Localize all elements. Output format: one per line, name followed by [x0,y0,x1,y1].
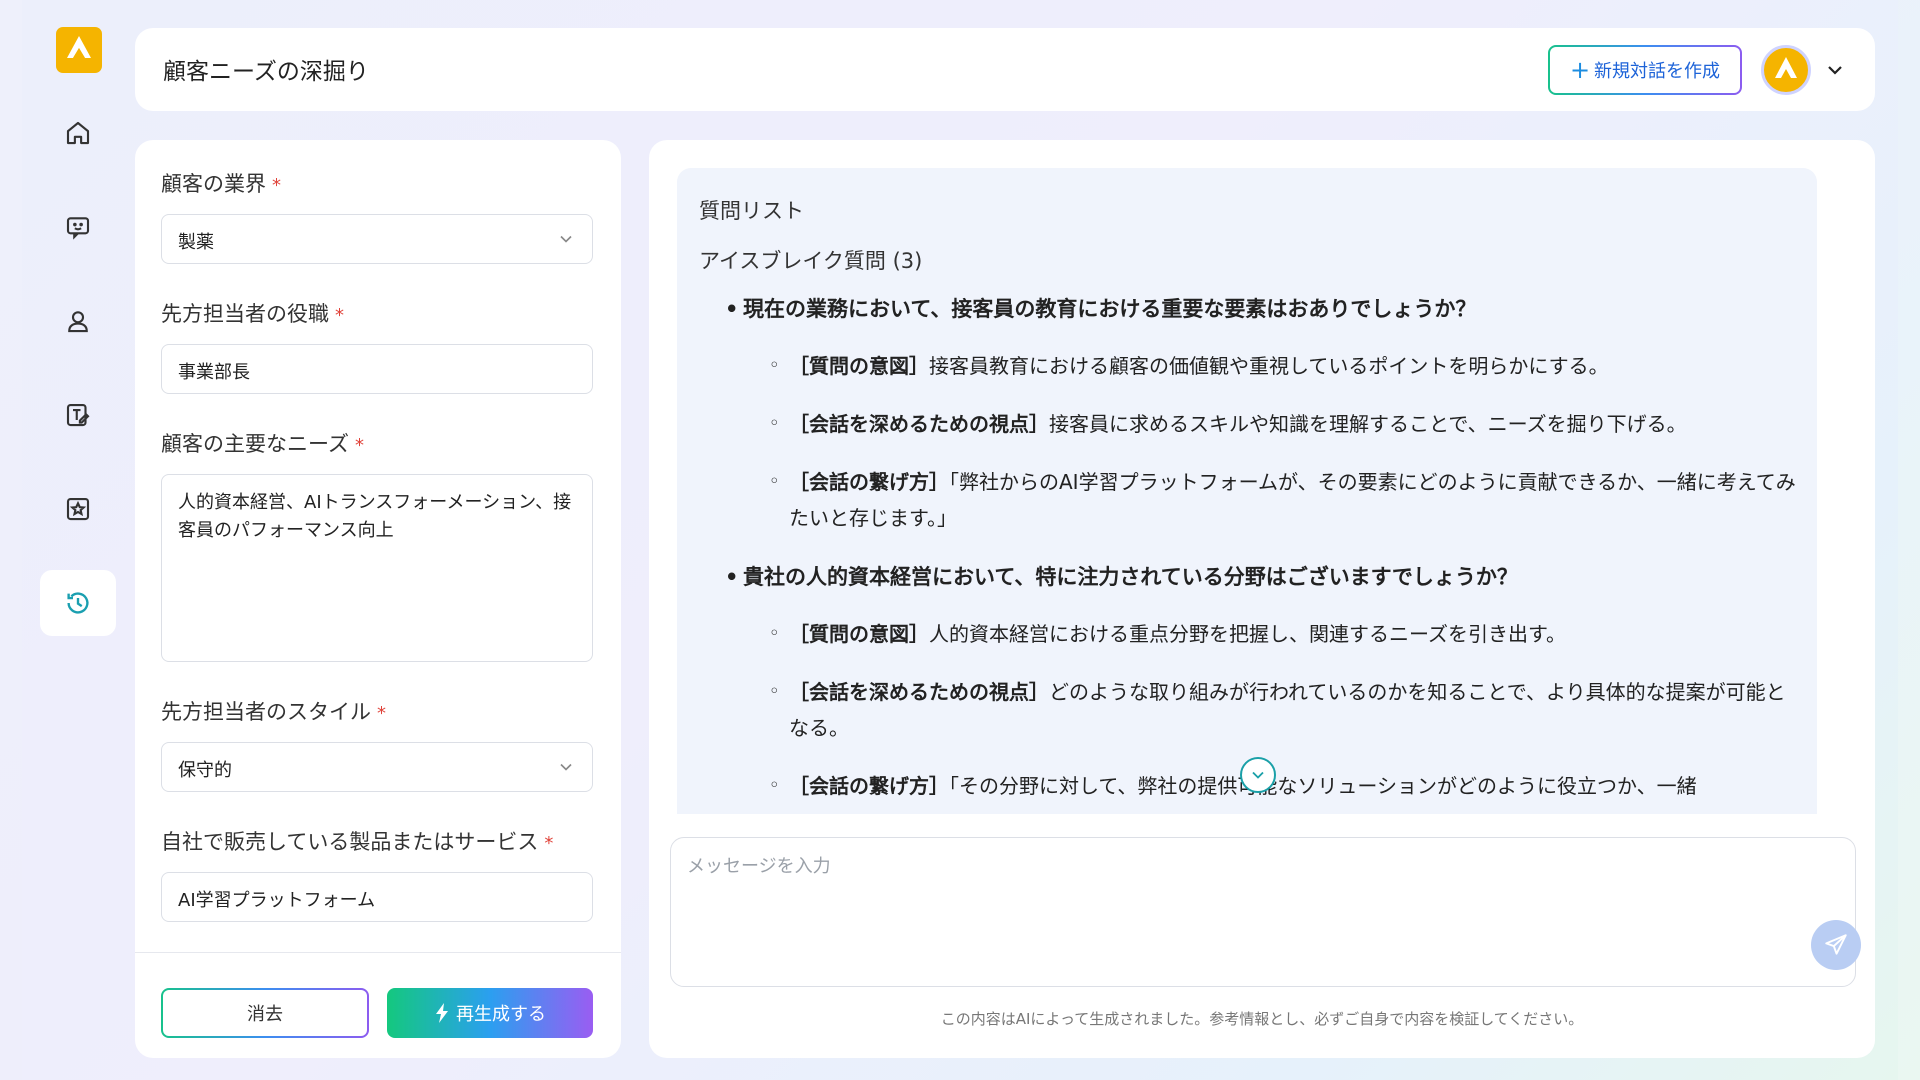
answer-content: 質問リスト アイスブレイク質問 (3) 現在の業務において、接客員の教育における… [699,190,1799,814]
message-placeholder: メッセージを入力 [687,856,831,877]
divider [135,952,621,953]
industry-value: 製薬 [178,232,214,253]
product-value: AI学習プラットフォーム [178,890,376,911]
answer-card: 質問リスト アイスブレイク質問 (3) 現在の業務において、接客員の教育における… [677,168,1817,814]
star-box-icon [66,497,90,521]
clear-button[interactable]: 消去 [161,988,369,1038]
header: 顧客ニーズの深掘り + 新規対話を作成 [135,28,1875,111]
question-detail: ［会話を深めるための視点］接客員に求めるスキルや知識を理解することで、ニーズを掘… [699,406,1799,442]
chevron-down-icon [560,763,572,771]
avatar[interactable] [1761,45,1811,95]
sidebar-item-history[interactable] [40,570,116,636]
history-icon [67,592,89,614]
industry-select[interactable]: 製薬 [161,214,593,264]
answer-heading: 質問リスト [699,199,804,223]
sidebar-item-favorites[interactable] [40,476,116,542]
send-button[interactable] [1811,920,1861,970]
needs-textarea[interactable]: 人的資本経営、AIトランスフォーメーション、接客員のパフォーマンス向上 [161,474,593,662]
needs-label: 顧客の主要なニーズ * [161,432,364,456]
question-detail: ［質問の意図］接客員教育における顧客の価値観や重視しているポイントを明らかにする… [699,348,1799,384]
scroll-down-button[interactable] [1240,757,1276,793]
chat-icon [66,217,90,240]
new-chat-label: 新規対話を作成 [1594,61,1721,82]
role-value: 事業部長 [178,362,250,383]
question-detail: ［会話を深めるための視点］どのような取り組みが行われているのかを知ることで、より… [699,674,1799,746]
sidebar-item-edit[interactable] [40,382,116,448]
chevron-down-icon [1252,771,1264,779]
edit-document-icon [66,403,90,427]
clear-label: 消去 [247,1004,283,1025]
question-detail: ［会話の繋げ方］「弊社からのAI学習プラットフォームが、その要素にどのように貢献… [699,464,1799,536]
disclaimer-text: この内容はAIによって生成されました。参考情報とし、必ずご自身で内容を検証してく… [940,1010,1584,1028]
page-title: 顧客ニーズの深掘り [163,59,369,85]
style-select[interactable]: 保守的 [161,742,593,792]
product-label: 自社で販売している製品またはサービス * [161,830,554,854]
lightning-icon [436,1003,448,1023]
chat-panel: 質問リスト アイスブレイク質問 (3) 現在の業務において、接客員の教育における… [649,140,1875,1058]
sidebar-item-user[interactable] [40,288,116,354]
question-detail: ［質問の意図］人的資本経営における重点分野を把握し、関連するニーズを引き出す。 [699,616,1799,652]
style-label: 先方担当者のスタイル * [161,700,386,724]
question-item: 現在の業務において、接客員の教育における重要な要素はおありでしょうか？ [699,290,1799,328]
form-panel: 顧客の業界 * 製薬 先方担当者の役職 * 事業部長 顧客の主要なニーズ * 人的資本… [135,140,621,1058]
home-icon [66,121,90,145]
regenerate-button[interactable]: 再生成する [387,988,593,1038]
answer-section-title: アイスブレイク質問 (3) [699,249,923,273]
new-chat-button[interactable]: + 新規対話を作成 [1548,45,1742,95]
chevron-down-icon[interactable] [1823,58,1847,82]
question-item: 貴社の人的資本経営において、特に注力されている分野はございますでしょうか？ [699,558,1799,596]
industry-label: 顧客の業界 * [161,172,281,196]
sidebar-item-chat[interactable] [40,194,116,260]
send-icon [1825,934,1847,955]
needs-value: 人的資本経営、AIトランスフォーメーション、接客員のパフォーマンス向上 [178,492,572,541]
user-icon [68,311,88,333]
style-value: 保守的 [178,760,232,781]
message-input[interactable]: メッセージを入力 [670,837,1861,987]
sidebar-item-home[interactable] [40,100,116,166]
chevron-down-icon [560,235,572,243]
role-input[interactable]: 事業部長 [161,344,593,394]
regenerate-label: 再生成する [456,1004,546,1025]
sidebar [22,0,134,1080]
role-label: 先方担当者の役職 * [161,302,344,326]
plus-icon: + [1569,56,1591,84]
product-input[interactable]: AI学習プラットフォーム [161,872,593,922]
app-logo[interactable] [56,27,102,73]
